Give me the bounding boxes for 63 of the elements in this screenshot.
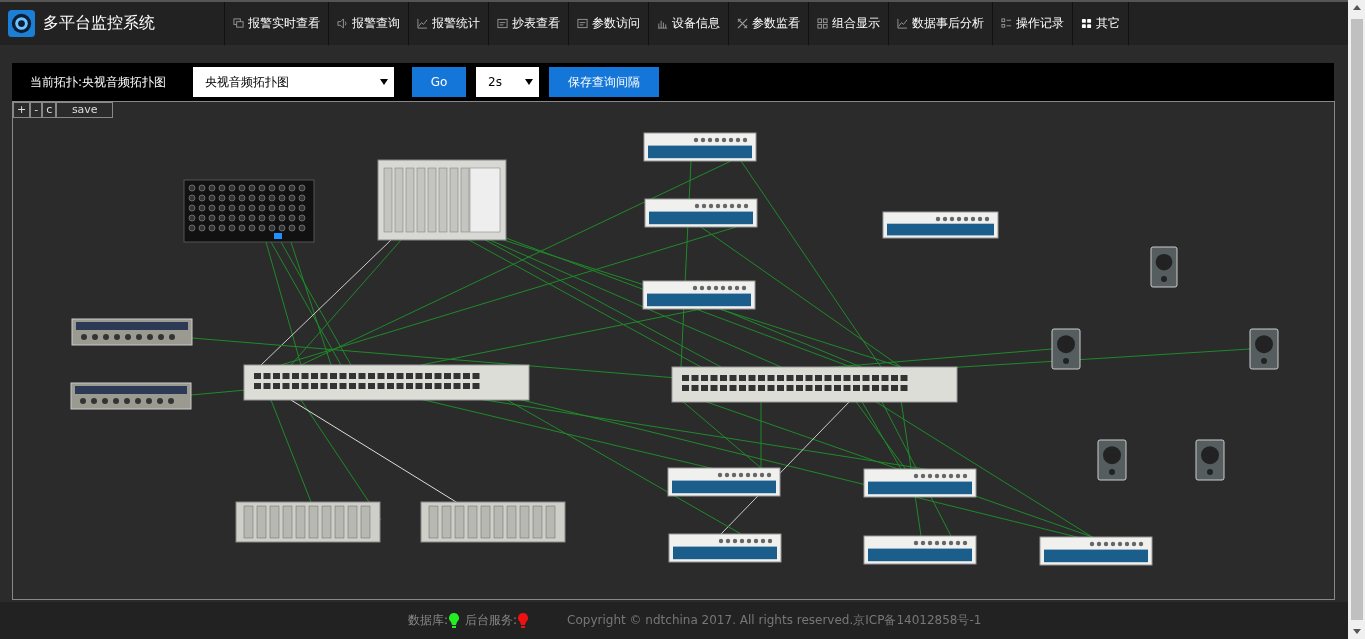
rack-unit-drawing[interactable]: [642, 280, 756, 310]
canvas-control-button[interactable]: c: [42, 102, 57, 118]
io-frame-drawing[interactable]: [420, 501, 566, 543]
nav-menu-item[interactable]: 报警查询: [328, 2, 408, 45]
nav-menu-item[interactable]: 抄表查看: [488, 2, 568, 45]
bars-icon: [657, 18, 668, 29]
audio-interface-drawing[interactable]: [183, 179, 315, 243]
copyright-text: Copyright © ndtchina 2017. All rights reserved.京ICP备14012858号-1: [567, 612, 982, 629]
nav-menu-item[interactable]: 组合显示: [808, 2, 888, 45]
nav-menu-item[interactable]: 参数监看: [728, 2, 808, 45]
status-label: 数据库:: [408, 612, 449, 629]
io-frame-drawing[interactable]: [235, 501, 381, 543]
caret-icon: [380, 79, 388, 85]
network-switch-drawing[interactable]: [671, 366, 958, 403]
windows-icon: [233, 18, 244, 29]
grid-icon: [817, 18, 828, 29]
rack-unit-drawing[interactable]: [70, 382, 192, 410]
nav-menu-item[interactable]: 操作记录: [992, 2, 1072, 45]
speaker-drawing[interactable]: [1249, 328, 1279, 370]
chart-icon: [417, 18, 428, 29]
canvas-control-button[interactable]: -: [30, 102, 43, 118]
network-switch-drawing[interactable]: [243, 364, 530, 401]
rack-unit-drawing[interactable]: [668, 533, 782, 563]
topology-select[interactable]: 央视音频拓扑图: [193, 67, 394, 97]
canvas-control-button[interactable]: +: [13, 102, 31, 118]
caret-icon: [525, 79, 533, 85]
speaker-icon: [337, 18, 348, 29]
interval-select[interactable]: 2s: [476, 67, 539, 97]
rack-unit-drawing[interactable]: [1039, 536, 1153, 566]
speaker-drawing[interactable]: [1150, 246, 1178, 288]
speaker-drawing[interactable]: [1051, 328, 1081, 370]
rack-unit-drawing[interactable]: [882, 211, 999, 239]
topology-label: 当前拓扑:央视音频拓扑图: [30, 73, 168, 91]
table-icon: [497, 18, 508, 29]
nav-menu-item[interactable]: 设备信息: [648, 2, 728, 45]
rack-unit-drawing[interactable]: [644, 198, 758, 228]
go-button[interactable]: Go: [412, 67, 466, 97]
nav-menu-item[interactable]: 数据事后分析: [888, 2, 992, 45]
rack-unit-drawing[interactable]: [71, 318, 193, 346]
rack-unit-drawing[interactable]: [863, 468, 977, 498]
save-interval-button[interactable]: 保存查询间隔: [549, 67, 659, 97]
nav-menu-item[interactable]: 参数访问: [568, 2, 648, 45]
table-icon: [577, 18, 588, 29]
canvas-control-button[interactable]: save: [56, 102, 114, 118]
scroll-down-icon[interactable]: [1352, 629, 1361, 634]
nav-menu-item[interactable]: 报警实时查看: [224, 2, 328, 45]
grid-icon: [1081, 18, 1092, 29]
camera-logo-icon: [8, 10, 35, 37]
rack-unit-drawing[interactable]: [643, 132, 757, 162]
speaker-drawing[interactable]: [1097, 439, 1127, 481]
tools-icon: [737, 18, 748, 29]
scrollbar[interactable]: [1348, 0, 1365, 639]
server-chassis-drawing[interactable]: [377, 159, 507, 241]
app-title: 多平台监控系统: [43, 13, 155, 34]
nav-menu-item[interactable]: 其它: [1072, 2, 1129, 45]
rack-unit-drawing[interactable]: [667, 467, 781, 497]
status-label: 后台服务:: [465, 612, 518, 629]
rack-unit-drawing[interactable]: [863, 535, 977, 565]
nav-menu-item[interactable]: 报警统计: [408, 2, 488, 45]
speaker-drawing[interactable]: [1195, 439, 1225, 481]
list-icon: [1001, 18, 1012, 29]
scroll-up-icon[interactable]: [1352, 5, 1361, 10]
chart-icon: [897, 18, 908, 29]
